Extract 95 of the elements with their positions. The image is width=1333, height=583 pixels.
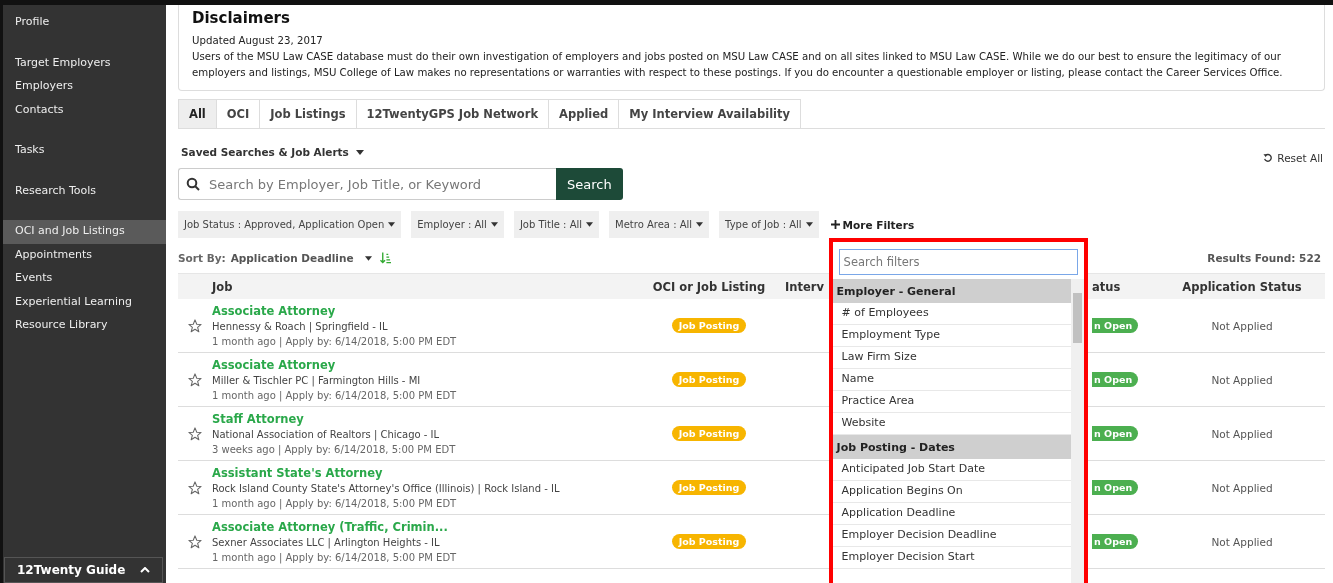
filter-option[interactable]: Name [832,368,1071,391]
sidebar-item[interactable]: Appointments [3,243,166,267]
tab[interactable]: 12TwentyGPS Job Network [356,99,550,128]
filter-search-field[interactable]: Search filters [838,248,1078,275]
posting-date: 1 month ago | Apply by: 6/14/2018, 5:00 PM EDT [212,334,457,349]
filter-option[interactable]: Application Begins On [832,480,1071,503]
sort-dropdown[interactable]: Application Deadline [230,252,372,264]
column-header: Job [212,279,234,294]
filter-dropdown-button[interactable]: Type of Job : All [719,211,819,238]
listing-badge: Job Posting [671,318,747,333]
column-header: Interv [784,279,825,294]
filter-option[interactable]: Application Deadline [832,502,1071,525]
filter-option[interactable]: Employer Decision Start [832,546,1071,569]
chevron-up-icon [140,567,150,573]
more-filters-button[interactable]: More Filters [828,218,917,231]
sidebar-item[interactable]: Tasks [3,139,166,163]
tab[interactable]: OCI [216,99,261,128]
sort-order-icon[interactable] [379,252,391,264]
posting-date: 1 month ago | Apply by: 6/14/2018, 5:00 PM EDT [212,388,457,403]
sidebar-item[interactable]: Target Employers [3,51,166,75]
status-badge: n Open [1092,534,1139,549]
application-status: Not Applied [1211,319,1273,332]
filter-option[interactable]: # of Employees [832,302,1071,325]
filter-option[interactable]: Employer Decision Deadline [832,524,1071,547]
tab[interactable]: Applied [549,99,620,128]
reset-all-button[interactable]: Reset All [1261,152,1325,164]
filter-group-header: Job Posting - Dates [832,434,1071,459]
sidebar-item[interactable]: Employers [3,75,166,99]
filter-option[interactable]: Law Firm Size [832,346,1071,369]
application-status: Not Applied [1211,427,1273,440]
reset-icon [1263,153,1274,163]
application-status: Not Applied [1211,535,1273,548]
sidebar-item[interactable]: OCI and Job Listings [3,220,166,244]
column-header: OCI or Job Listing [651,279,767,294]
column-header: atus [1092,279,1122,294]
column-header: Application Status [1181,279,1303,294]
employer-location: Rock Island County State's Attorney's Office (Illinois) | Rock Island - IL [212,481,560,496]
application-status: Not Applied [1211,481,1273,494]
status-badge: n Open [1092,372,1139,387]
tab[interactable]: All [178,99,217,128]
sidebar-item[interactable]: Experiential Learning [3,290,166,314]
employer-location: Hennessy & Roach | Springfield - IL [212,319,388,334]
sidebar-item[interactable]: Resource Library [3,314,166,338]
caret-icon [696,222,704,227]
sort-label: Sort By: [178,252,226,264]
star-icon[interactable] [188,480,202,495]
filter-dropdown-button[interactable]: Job Status : Approved, Application Open [178,211,402,238]
application-status: Not Applied [1211,373,1273,386]
filter-dropdown-button[interactable]: Job Title : All [513,211,600,238]
filter-option[interactable]: Website [832,412,1071,435]
employer-location: Sexner Associates LLC | Arlington Heights - IL [212,535,440,550]
status-badge: n Open [1092,318,1139,333]
filter-option[interactable]: Employment Type [832,324,1071,347]
scrollbar[interactable] [1070,278,1084,583]
guide-button[interactable]: 12Twenty Guide [4,557,163,583]
star-icon[interactable] [188,534,202,549]
star-icon[interactable] [188,426,202,441]
caret-icon [490,222,498,227]
tab[interactable]: Job Listings [260,99,357,128]
status-badge: n Open [1092,426,1139,441]
filter-option[interactable]: Practice Area [832,390,1071,413]
search-field[interactable]: Search by Employer, Job Title, or Keyword [178,168,556,200]
status-badge: n Open [1092,480,1139,495]
filter-dropdown-button[interactable]: Employer : All [411,211,504,238]
listing-badge: Job Posting [671,426,747,441]
filter-option[interactable]: Anticipated Job Start Date [832,458,1071,481]
disclaimer-title: Disclaimers [192,9,291,27]
listing-badge: Job Posting [671,480,747,495]
caret-icon [388,222,396,227]
sidebar-item[interactable]: Research Tools [3,179,166,203]
star-icon[interactable] [188,372,202,387]
updated-date: Updated August 23, 2017 [192,34,324,48]
plus-icon [830,220,840,229]
listing-badge: Job Posting [671,372,747,387]
caret-icon [355,149,364,155]
results-count: Results Found: 522 [1207,252,1321,264]
listing-badge: Job Posting [671,534,747,549]
posting-date: 3 weeks ago | Apply by: 6/14/2018, 5:00 PM EDT [212,442,456,457]
sidebar-item[interactable]: Events [3,267,166,291]
search-button[interactable]: Search [556,168,623,200]
saved-searches-dropdown[interactable]: Saved Searches & Job Alerts [178,146,367,158]
employer-location: Miller & Tischler PC | Farmington Hills - MI [212,373,421,388]
filter-dropdown-button[interactable]: Metro Area : All [609,211,710,238]
tab[interactable]: My Interview Availability [619,99,802,128]
posting-date: 1 month ago | Apply by: 6/14/2018, 5:00 PM EDT [212,550,457,565]
caret-icon [586,222,594,227]
star-icon[interactable] [188,318,202,333]
sidebar-item[interactable]: Contacts [3,98,166,122]
caret-icon [805,222,813,227]
disclaimer-text: Users of the MSU Law CASE database must do their own investigation of employers and jobs posted on MSU Law CASE and on all sites linked to MSU Law CASE. While we do our best to ensure the legitimacy of our employers and listings, MSU College of Law makes no representations or warranties with respect to these postings. If you do encounter a questionable employer or listing, please contact the Career Services Office. [192,50,1284,80]
caret-icon [364,255,372,261]
filter-group-header: Employer - General [832,278,1071,303]
sidebar-item[interactable]: Profile [3,11,166,35]
employer-location: National Association of Realtors | Chicago - IL [212,427,440,442]
posting-date: 1 month ago | Apply by: 6/14/2018, 5:00 PM EDT [212,496,457,511]
